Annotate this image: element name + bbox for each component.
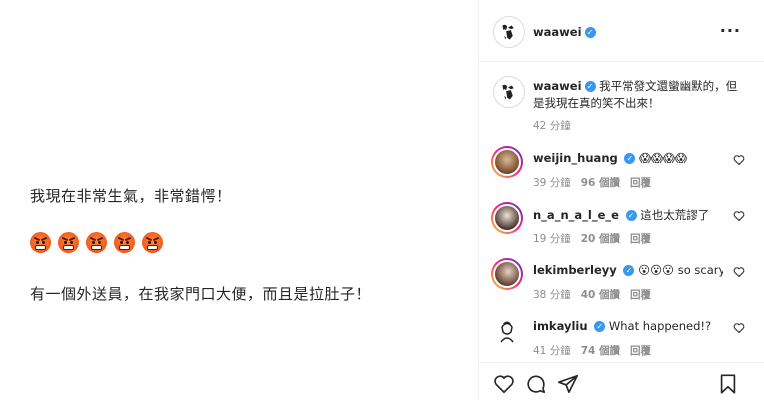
post-text-line-3: 有一個外送員，在我家門口大便，而且是拉肚子！ (30, 285, 372, 303)
header-username[interactable]: waawei ✓ (533, 25, 596, 39)
commenter-username[interactable]: weijin_huang (533, 151, 618, 165)
comment-item: imkayliu ✓ What happened!? 41 分鐘 74 個讚 回覆 (479, 314, 764, 364)
post-side-panel: waawei ✓ ··· waawei ✓ 我平常發文還蠻幽默的，但是我現在真的笑不… (478, 0, 764, 400)
comment-likes[interactable]: 74 個讚 (581, 345, 620, 357)
verified-badge-icon: ✓ (623, 265, 635, 276)
comment-meta: 38 分鐘 40 個讚 回覆 (533, 287, 661, 302)
commenter-avatar[interactable] (491, 202, 523, 234)
waawei-logo-icon (502, 24, 514, 40)
emoji-row (30, 232, 163, 253)
post-text-line-1: 我現在非常生氣，非常錯愕！ (30, 187, 232, 205)
heart-icon[interactable] (493, 373, 515, 395)
comment-time[interactable]: 38 分鐘 (533, 289, 571, 301)
comment-time[interactable]: 41 分鐘 (533, 345, 571, 357)
reply-button[interactable]: 回覆 (630, 177, 651, 189)
heart-icon[interactable] (733, 322, 745, 334)
angry-face-icon (86, 232, 107, 253)
commenter-username[interactable]: n_a_n_a_l_e_e (533, 208, 619, 222)
reply-button[interactable]: 回覆 (630, 345, 651, 357)
bookmark-icon[interactable] (717, 373, 739, 395)
comment-text: imkayliu ✓ What happened!? (533, 319, 712, 333)
angry-face-icon (114, 232, 135, 253)
comment-item: weijin_huang ✓ 😱😱😱😱 39 分鐘 96 個讚 回覆 (479, 146, 764, 196)
more-options-icon[interactable]: ··· (720, 21, 741, 40)
verified-badge-icon: ✓ (594, 321, 606, 332)
comment-likes[interactable]: 40 個讚 (581, 289, 620, 301)
commenter-avatar[interactable] (491, 258, 523, 290)
caption-avatar[interactable] (493, 76, 525, 108)
commenter-avatar[interactable] (491, 146, 523, 178)
comment-icon[interactable] (525, 373, 547, 395)
comment-meta: 41 分鐘 74 個讚 回覆 (533, 343, 661, 358)
verified-badge-icon: ✓ (625, 210, 637, 221)
comment-likes[interactable]: 20 個讚 (581, 233, 620, 245)
heart-icon[interactable] (733, 154, 745, 166)
waawei-logo-icon (502, 84, 514, 100)
comment-likes[interactable]: 96 個讚 (581, 177, 620, 189)
sketch-avatar-icon (500, 321, 514, 343)
profile-avatar[interactable] (493, 16, 525, 48)
verified-badge-icon: ✓ (624, 153, 636, 164)
comment-item: n_a_n_a_l_e_e ✓ 這也太荒謬了 19 分鐘 20 個讚 回覆 (479, 202, 764, 252)
commenter-avatar[interactable] (491, 314, 523, 346)
caption-timestamp[interactable]: 42 分鐘 (533, 118, 571, 133)
comment-meta: 39 分鐘 96 個讚 回覆 (533, 175, 661, 190)
comment-time[interactable]: 19 分鐘 (533, 233, 571, 245)
angry-face-icon (58, 232, 79, 253)
comment-time[interactable]: 39 分鐘 (533, 177, 571, 189)
comment-text: n_a_n_a_l_e_e ✓ 這也太荒謬了 (533, 208, 710, 222)
verified-badge-icon: ✓ (584, 27, 596, 38)
commenter-username[interactable]: imkayliu (533, 319, 588, 333)
heart-icon[interactable] (733, 210, 745, 222)
commenter-username[interactable]: lekimberleyy (533, 263, 617, 277)
heart-icon[interactable] (733, 266, 745, 278)
angry-face-icon (30, 232, 51, 253)
comment-text: weijin_huang ✓ 😱😱😱😱 (533, 151, 688, 165)
post-header: waawei ✓ ··· (479, 0, 764, 62)
reply-button[interactable]: 回覆 (630, 289, 651, 301)
action-bar (479, 362, 764, 400)
share-icon[interactable] (557, 373, 579, 395)
verified-badge-icon: ✓ (584, 81, 596, 92)
post-image[interactable]: 我現在非常生氣，非常錯愕！ 有一個外送員，在我家門口大便，而且是拉肚子！ (0, 0, 478, 400)
caption-username[interactable]: waawei (533, 79, 582, 93)
reply-button[interactable]: 回覆 (630, 233, 651, 245)
comment-text: lekimberleyy ✓ 😮😮😮 so scary (533, 263, 723, 277)
caption-text: waawei ✓ 我平常發文還蠻幽默的，但是我現在真的笑不出來！ (533, 78, 743, 112)
comment-item: lekimberleyy ✓ 😮😮😮 so scary 38 分鐘 40 個讚 回覆 (479, 258, 764, 308)
comment-meta: 19 分鐘 20 個讚 回覆 (533, 231, 661, 246)
angry-face-icon (142, 232, 163, 253)
